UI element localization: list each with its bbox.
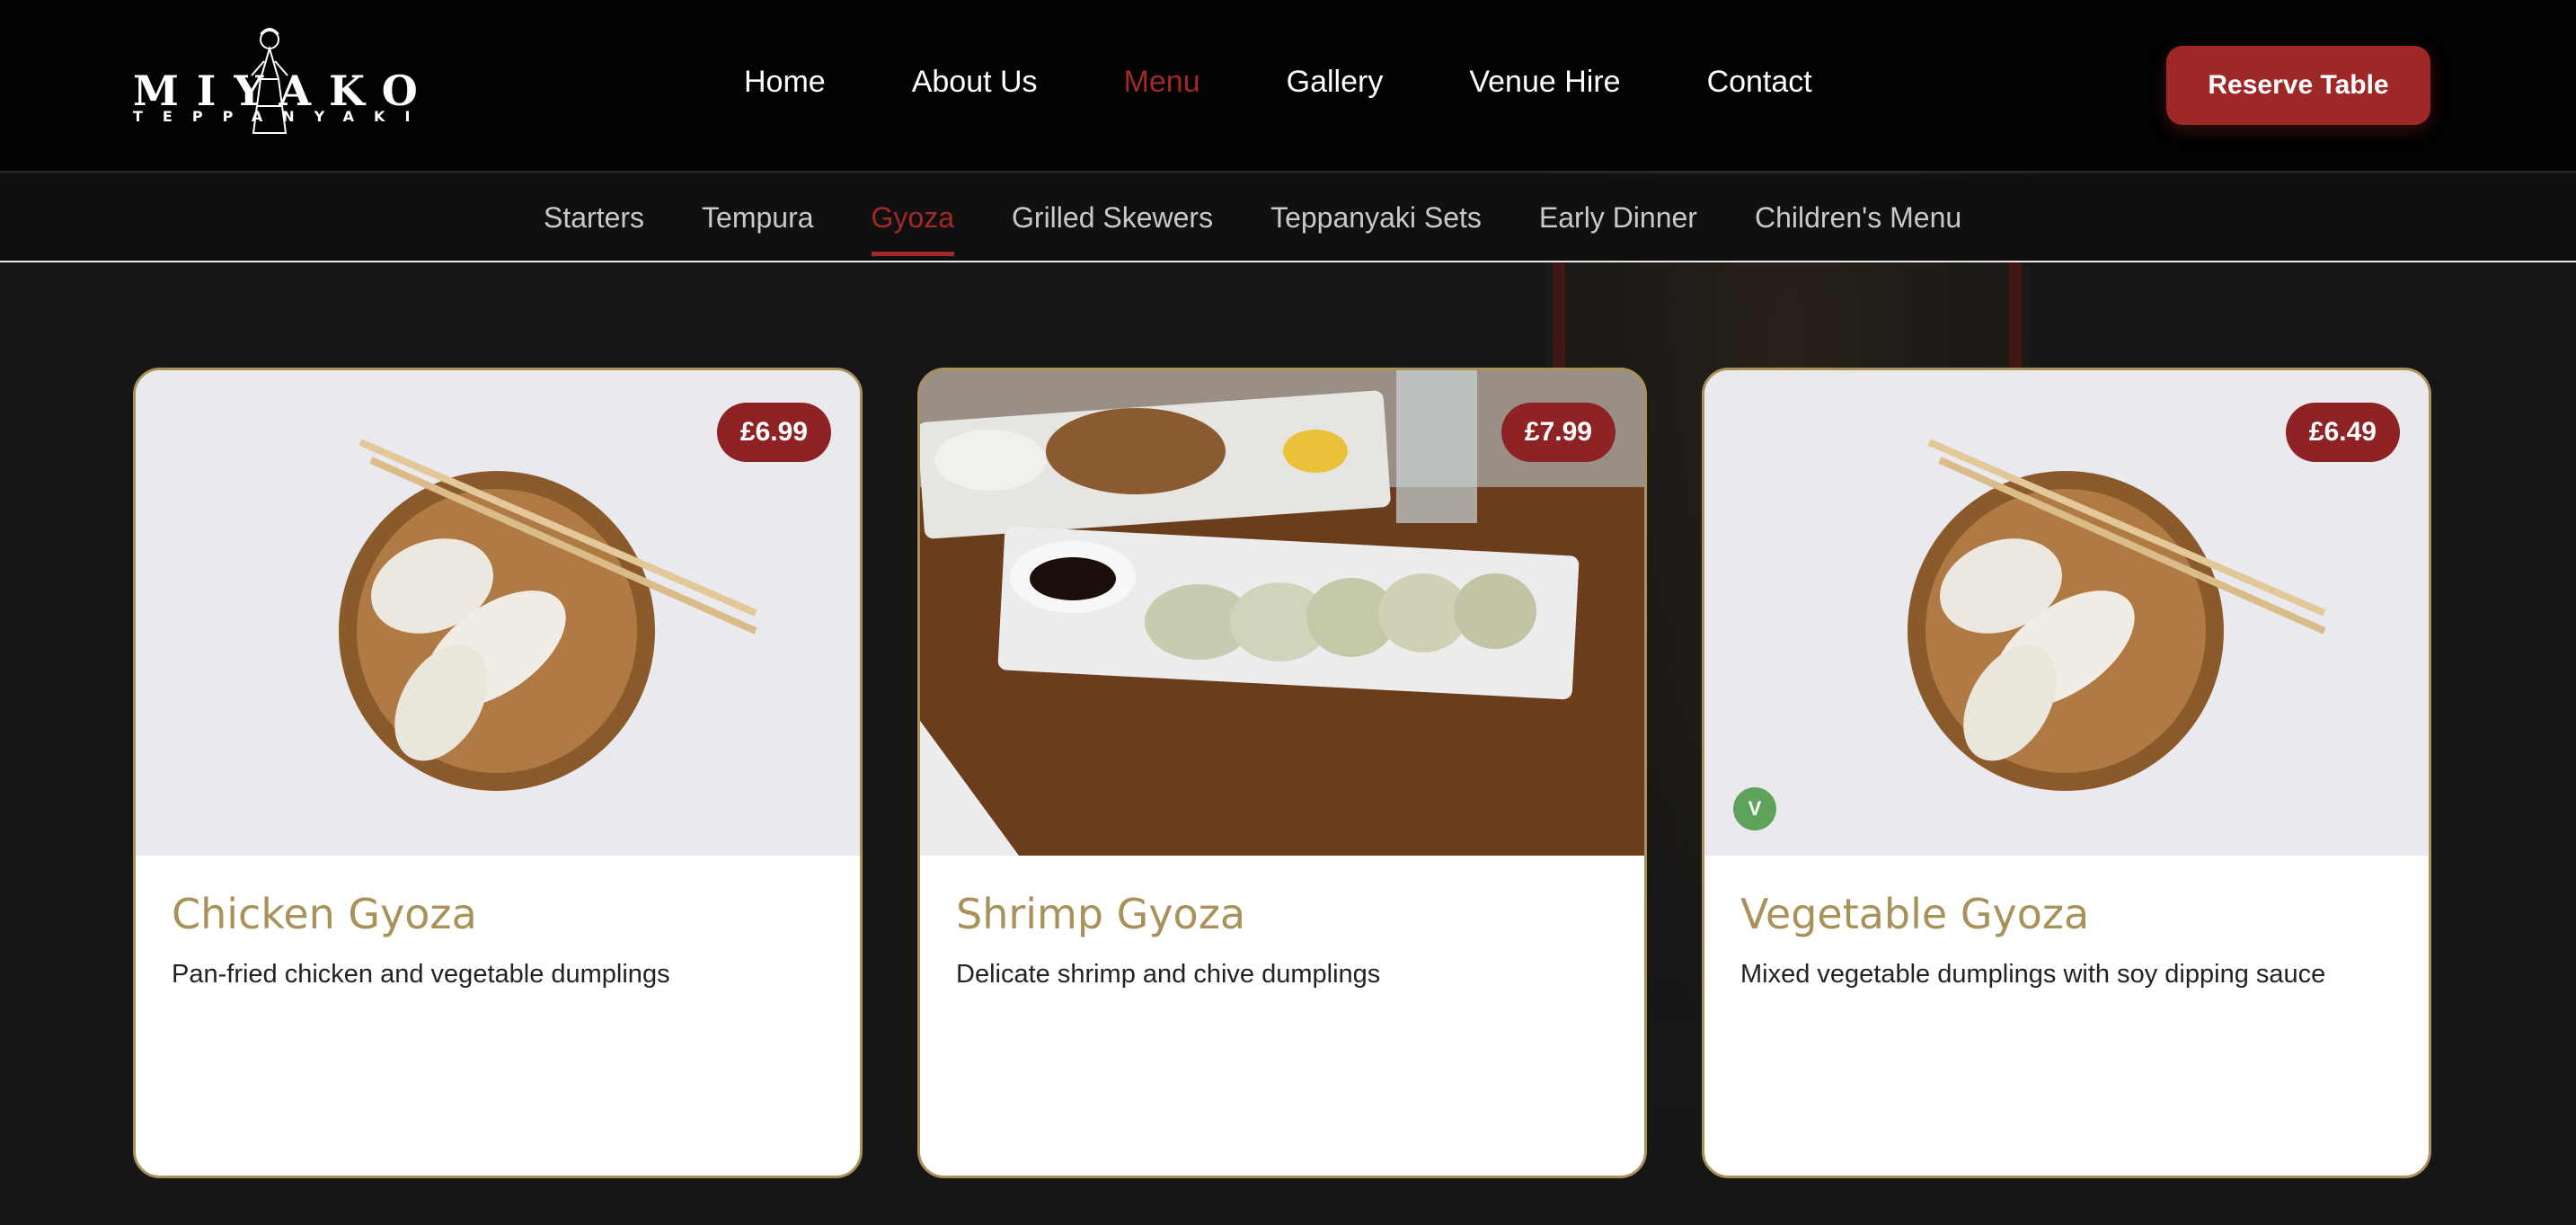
card-description: Pan-fried chicken and vegetable dumpling… bbox=[172, 960, 670, 989]
site-header: MIYAKO TEPPANYAKI Home About Us Menu Gal… bbox=[0, 0, 2576, 173]
menu-card[interactable]: £7.99 Shrimp Gyoza Delicate shrimp and c… bbox=[917, 368, 1647, 1178]
menu-card[interactable]: £6.49 V Vegetable Gyoza Mixed vegetable … bbox=[1702, 368, 2431, 1178]
tab-early-dinner[interactable]: Early Dinner bbox=[1539, 201, 1697, 235]
tab-grilled-skewers[interactable]: Grilled Skewers bbox=[1012, 201, 1213, 235]
nav-gallery[interactable]: Gallery bbox=[1287, 65, 1384, 108]
reserve-table-button[interactable]: Reserve Table bbox=[2166, 46, 2430, 125]
logo[interactable]: MIYAKO TEPPANYAKI bbox=[133, 25, 430, 144]
background-frame bbox=[1553, 262, 2022, 370]
tab-starters[interactable]: Starters bbox=[544, 201, 644, 235]
price-badge: £6.99 bbox=[716, 403, 831, 462]
tab-tempura[interactable]: Tempura bbox=[702, 201, 814, 235]
nav-home[interactable]: Home bbox=[744, 65, 826, 108]
card-description: Mixed vegetable dumplings with soy dippi… bbox=[1740, 960, 2326, 989]
card-title: Vegetable Gyoza bbox=[1740, 890, 2090, 938]
menu-category-tabs: Starters Tempura Gyoza Grilled Skewers T… bbox=[0, 174, 2576, 262]
tab-childrens-menu[interactable]: Children's Menu bbox=[1755, 201, 1961, 235]
price-badge: £7.99 bbox=[1500, 403, 1616, 462]
main-nav: Home About Us Menu Gallery Venue Hire Co… bbox=[744, 65, 1899, 108]
nav-about-us[interactable]: About Us bbox=[912, 65, 1038, 108]
card-description: Delicate shrimp and chive dumplings bbox=[956, 960, 1381, 989]
logo-subtitle: TEPPANYAKI bbox=[133, 108, 430, 125]
card-title: Chicken Gyoza bbox=[172, 890, 477, 938]
menu-card[interactable]: £6.99 Chicken Gyoza Pan-fried chicken an… bbox=[133, 368, 863, 1178]
tab-teppanyaki-sets[interactable]: Teppanyaki Sets bbox=[1270, 201, 1482, 235]
vegetarian-badge: V bbox=[1733, 787, 1776, 830]
nav-venue-hire[interactable]: Venue Hire bbox=[1469, 65, 1620, 108]
price-badge: £6.49 bbox=[2285, 403, 2400, 462]
card-title: Shrimp Gyoza bbox=[956, 890, 1246, 938]
nav-contact[interactable]: Contact bbox=[1707, 65, 1812, 108]
nav-menu[interactable]: Menu bbox=[1124, 65, 1200, 108]
tab-gyoza[interactable]: Gyoza bbox=[871, 201, 955, 256]
